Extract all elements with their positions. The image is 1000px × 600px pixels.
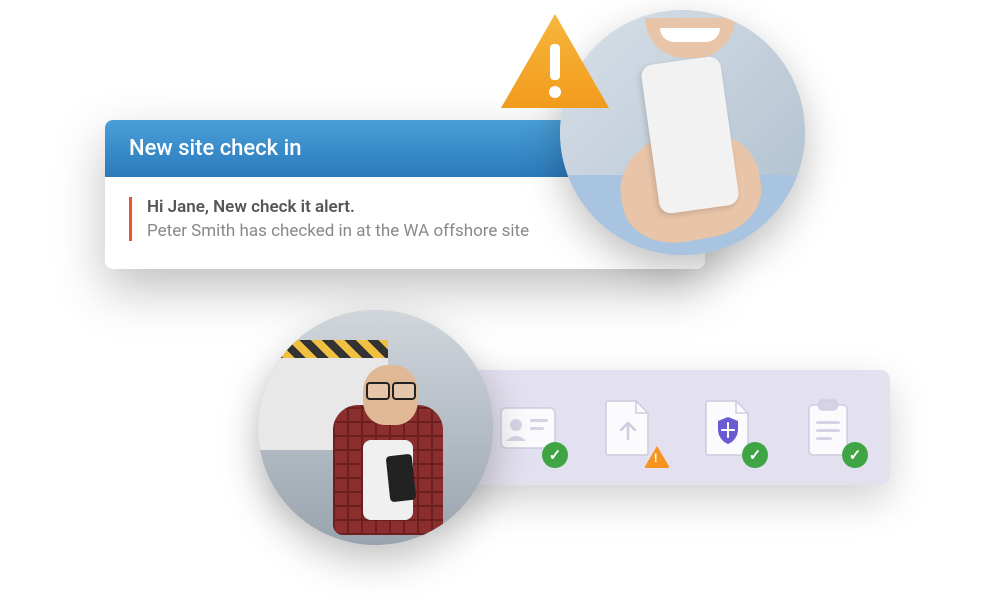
status-badge-warning-icon [644, 446, 670, 468]
status-item-clipboard[interactable]: ✓ [796, 396, 860, 460]
status-item-shield[interactable]: ✓ [696, 396, 760, 460]
avatar-illustration [258, 310, 493, 545]
worker-avatar [258, 310, 493, 545]
status-badge-ok-icon: ✓ [842, 442, 868, 468]
id-card-icon [500, 407, 556, 449]
status-item-id-card[interactable]: ✓ [496, 396, 560, 460]
alert-warning-icon [495, 10, 615, 115]
status-badge-ok-icon: ✓ [742, 442, 768, 468]
status-badge-ok-icon: ✓ [542, 442, 568, 468]
status-item-upload[interactable] [596, 396, 660, 460]
